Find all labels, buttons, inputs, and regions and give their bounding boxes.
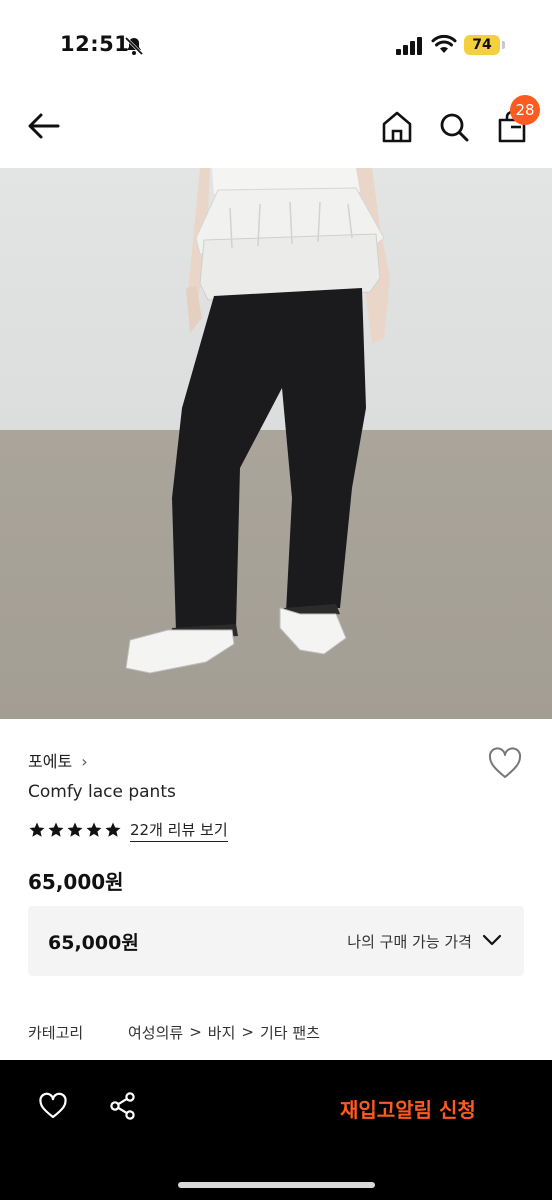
- my-price-value: 65,000원: [48, 932, 139, 954]
- category-separator: >: [189, 1023, 202, 1041]
- product-name: Comfy lace pants: [28, 782, 176, 802]
- my-price-dropdown[interactable]: 65,000원 나의 구매 가능 가격: [28, 906, 524, 976]
- wishlist-heart-icon[interactable]: [38, 1092, 68, 1120]
- rating-row: 22개 리뷰 보기: [28, 818, 228, 842]
- my-price-label: 나의 구매 가능 가격: [347, 933, 472, 951]
- bottom-action-bar: 재입고알림 신청: [0, 1060, 552, 1200]
- category-crumb-1[interactable]: 여성의류: [128, 1022, 183, 1043]
- top-navigation: [0, 88, 552, 168]
- review-link[interactable]: 22개 리뷰 보기: [130, 819, 228, 842]
- home-icon[interactable]: [381, 110, 413, 144]
- category-separator: >: [241, 1023, 254, 1041]
- battery-tip: [502, 41, 505, 49]
- category-crumb-2[interactable]: 바지: [208, 1022, 236, 1043]
- category-crumb-3[interactable]: 기타 팬츠: [260, 1022, 320, 1043]
- status-time: 12:51: [60, 32, 130, 56]
- cart-count-badge: 28: [510, 95, 540, 125]
- share-icon[interactable]: [109, 1092, 137, 1120]
- product-price: 65,000원: [28, 870, 124, 894]
- home-indicator[interactable]: [178, 1182, 375, 1188]
- chevron-down-icon: [482, 934, 502, 946]
- status-bar: 12:51 74: [0, 0, 552, 88]
- chevron-right-icon: ›: [81, 752, 88, 771]
- battery-indicator: 74: [464, 35, 500, 55]
- star-icon: [67, 822, 83, 837]
- star-icon: [29, 822, 45, 837]
- brand-name: 포에토: [28, 752, 73, 771]
- star-rating: [28, 821, 122, 839]
- category-row: 카테고리 여성의류 > 바지 > 기타 팬츠: [28, 1020, 320, 1044]
- category-label: 카테고리: [28, 1023, 84, 1042]
- back-arrow-icon[interactable]: [26, 110, 62, 142]
- star-icon: [86, 822, 102, 837]
- brand-link[interactable]: 포에토 ›: [28, 748, 88, 772]
- cellular-signal-icon: [396, 37, 422, 55]
- bell-muted-icon: [124, 36, 144, 56]
- restock-alert-button[interactable]: 재입고알림 신청: [340, 1094, 476, 1123]
- wifi-icon: [431, 34, 457, 53]
- battery-level: 74: [472, 37, 492, 53]
- star-icon: [105, 822, 121, 837]
- heart-icon[interactable]: [487, 746, 523, 780]
- search-icon[interactable]: [438, 110, 470, 144]
- star-icon: [48, 822, 64, 837]
- product-image[interactable]: [0, 168, 552, 719]
